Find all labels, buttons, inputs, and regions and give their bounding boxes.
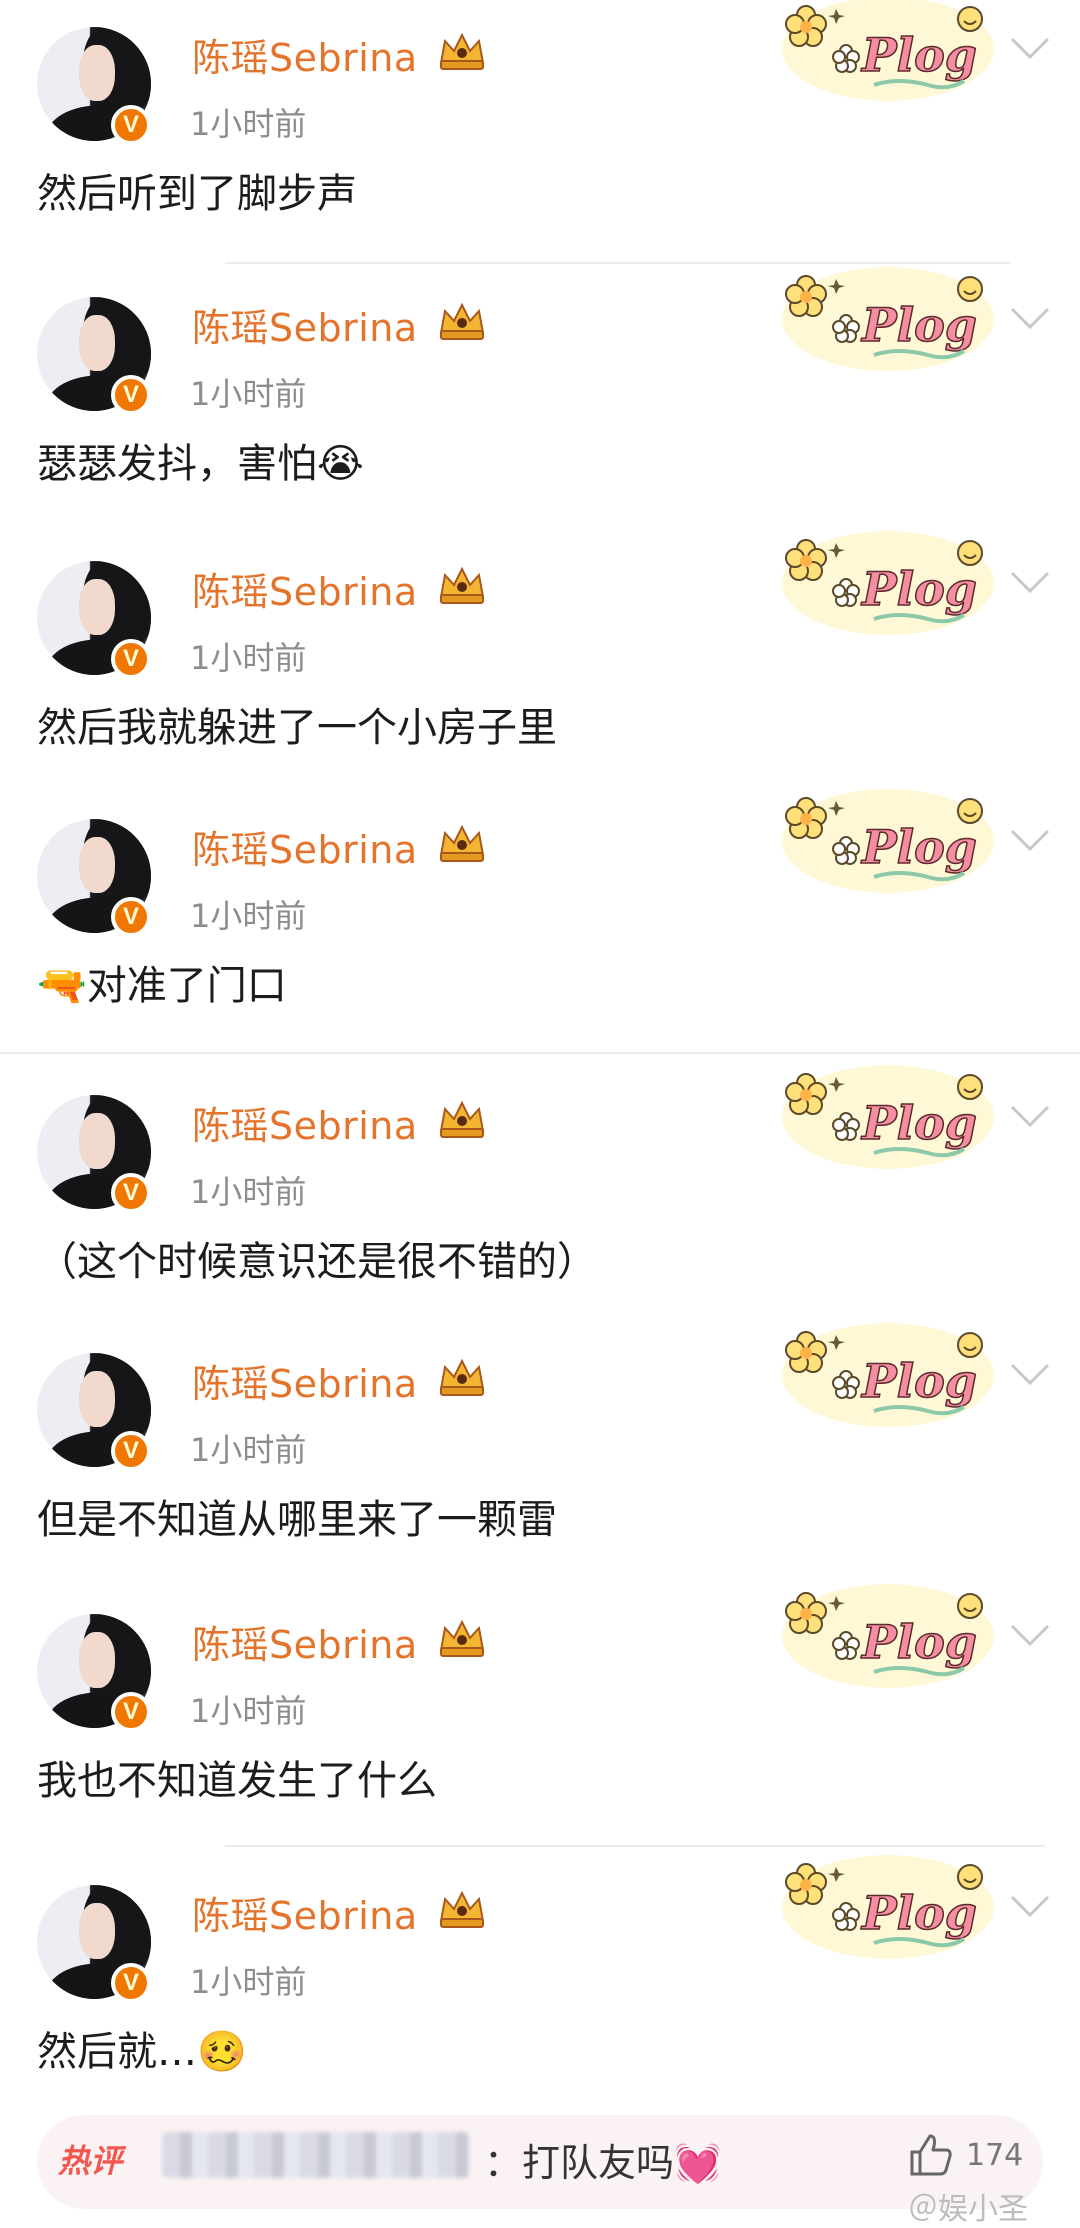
chevron-down-icon[interactable] <box>1008 1101 1052 1131</box>
timestamp: 1小时前 <box>190 897 307 935</box>
chevron-down-icon[interactable] <box>1008 1359 1052 1389</box>
post-text: 然后听到了脚步声 <box>37 171 357 217</box>
chevron-down-icon[interactable] <box>1008 825 1052 855</box>
username[interactable]: 陈瑶Sebrina <box>192 1095 418 1150</box>
verified-badge-icon: V <box>111 1692 151 1732</box>
svg-text:Plog: Plog <box>860 1886 977 1940</box>
crown-icon <box>439 824 485 862</box>
username[interactable]: 陈瑶Sebrina <box>192 1614 418 1669</box>
post-text: 然后就…🥴 <box>37 2029 247 2075</box>
username[interactable]: 陈瑶Sebrina <box>192 297 418 352</box>
post-text: 我也不知道发生了什么 <box>37 1758 437 1804</box>
username[interactable]: 陈瑶Sebrina <box>192 1353 418 1408</box>
verified-badge-icon: V <box>111 897 151 937</box>
svg-text:Plog: Plog <box>860 1615 977 1669</box>
username[interactable]: 陈瑶Sebrina <box>192 819 418 874</box>
svg-text:Plog: Plog <box>860 298 977 352</box>
timestamp: 1小时前 <box>190 1173 307 1211</box>
hot-comment-label: 热评 <box>58 2142 123 2180</box>
plog-sticker-icon: Plog <box>782 0 994 101</box>
chevron-down-icon[interactable] <box>1008 1891 1052 1921</box>
crown-icon <box>439 302 485 340</box>
username[interactable]: 陈瑶Sebrina <box>192 561 418 616</box>
divider <box>0 1052 1080 1054</box>
chevron-down-icon[interactable] <box>1008 303 1052 333</box>
verified-badge-icon: V <box>111 1431 151 1471</box>
plog-sticker-icon: Plog <box>782 531 994 635</box>
svg-text:Plog: Plog <box>860 1096 977 1150</box>
timestamp: 1小时前 <box>190 1692 307 1730</box>
timestamp: 1小时前 <box>190 1963 307 2001</box>
plog-sticker-icon: Plog <box>782 1584 994 1688</box>
timestamp: 1小时前 <box>190 639 307 677</box>
crown-icon <box>439 566 485 604</box>
verified-badge-icon: V <box>111 375 151 415</box>
chevron-down-icon[interactable] <box>1008 1620 1052 1650</box>
like-count: 174 <box>966 2138 1024 2173</box>
thumbs-up-icon[interactable] <box>908 2132 954 2178</box>
plog-sticker-icon: Plog <box>782 267 994 371</box>
verified-badge-icon: V <box>111 1963 151 2003</box>
blurred-username <box>162 2132 470 2178</box>
chevron-down-icon[interactable] <box>1008 33 1052 63</box>
svg-text:Plog: Plog <box>860 1354 977 1408</box>
plog-sticker-icon: Plog <box>782 1323 994 1427</box>
crown-icon <box>439 32 485 70</box>
timestamp: 1小时前 <box>190 375 307 413</box>
plog-sticker-icon: Plog <box>782 789 994 893</box>
username[interactable]: 陈瑶Sebrina <box>192 1885 418 1940</box>
svg-text:Plog: Plog <box>860 28 977 82</box>
username[interactable]: 陈瑶Sebrina <box>192 27 418 82</box>
verified-badge-icon: V <box>111 1173 151 1213</box>
timestamp: 1小时前 <box>190 105 307 143</box>
svg-text:Plog: Plog <box>860 562 977 616</box>
timestamp: 1小时前 <box>190 1431 307 1469</box>
plog-sticker-icon: Plog <box>782 1065 994 1169</box>
post-text: 🔫对准了门口 <box>37 963 287 1009</box>
post-text: 然后我就躲进了一个小房子里 <box>37 705 557 751</box>
post-text: 瑟瑟发抖，害怕😭 <box>37 441 364 487</box>
svg-text:Plog: Plog <box>860 820 977 874</box>
post-text: 但是不知道从哪里来了一颗雷 <box>37 1497 557 1543</box>
crown-icon <box>439 1358 485 1396</box>
verified-badge-icon: V <box>111 639 151 679</box>
crown-icon <box>439 1100 485 1138</box>
crown-icon <box>439 1890 485 1928</box>
post-text: （这个时候意识还是很不错的） <box>37 1239 597 1285</box>
plog-sticker-icon: Plog <box>782 1855 994 1959</box>
verified-badge-icon: V <box>111 105 151 145</box>
hot-comment-text: ：打队友吗💓 <box>484 2141 722 2185</box>
crown-icon <box>439 1619 485 1657</box>
watermark: ＠娱小圣 <box>908 2192 1028 2227</box>
chevron-down-icon[interactable] <box>1008 567 1052 597</box>
